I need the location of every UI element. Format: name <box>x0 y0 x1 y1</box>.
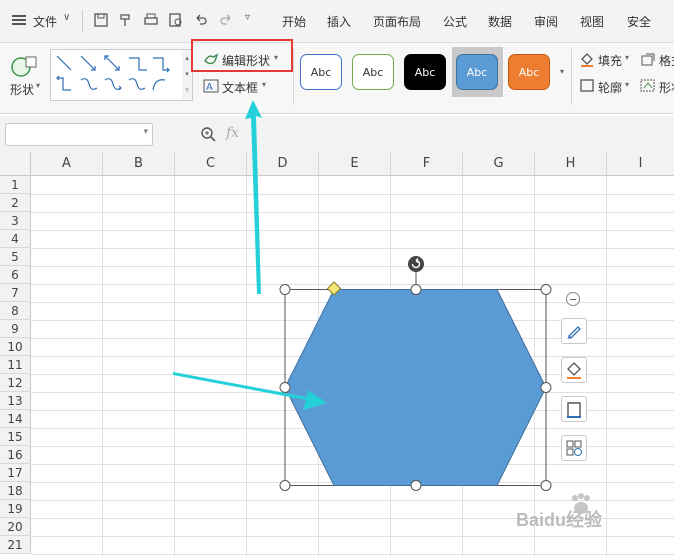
shape-layout-button[interactable] <box>561 435 587 461</box>
resize-handle[interactable] <box>410 480 422 491</box>
minus-icon <box>570 299 576 300</box>
hexagon-shape[interactable] <box>284 289 547 486</box>
shape-layer <box>173 100 552 491</box>
shape-outline-button[interactable] <box>561 396 587 422</box>
collapse-tools-button[interactable] <box>566 292 580 306</box>
outline-frame-icon <box>567 402 581 418</box>
shape-fill-button[interactable] <box>561 357 587 383</box>
rotate-handle-icon[interactable] <box>408 256 424 272</box>
shape-style-button[interactable] <box>561 318 587 344</box>
resize-handle[interactable] <box>410 284 422 295</box>
resize-handle[interactable] <box>279 480 291 491</box>
resize-handle[interactable] <box>279 284 291 295</box>
resize-handle[interactable] <box>540 382 552 393</box>
annotation-arrow-up <box>245 100 262 294</box>
watermark-text: Baidu经验 <box>516 510 603 530</box>
resize-handle[interactable] <box>540 284 552 295</box>
watermark-logo: Baidu经验 <box>516 492 666 532</box>
resize-handle[interactable] <box>279 382 291 393</box>
paint-bucket-icon <box>567 362 581 379</box>
brush-icon <box>567 326 581 339</box>
resize-handle[interactable] <box>540 480 552 491</box>
layout-options-icon <box>566 440 582 456</box>
